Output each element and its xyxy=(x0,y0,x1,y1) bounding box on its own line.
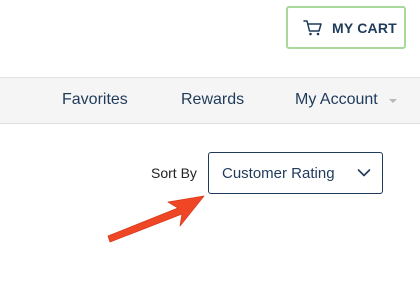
caret-down-icon[interactable] xyxy=(389,99,397,103)
page: MY CART Favorites Rewards My Account Sor… xyxy=(0,0,420,285)
main-nav: Favorites Rewards My Account xyxy=(0,77,420,124)
nav-item-rewards[interactable]: Rewards xyxy=(181,91,244,109)
sort-dropdown[interactable]: Customer Rating xyxy=(208,152,383,194)
arrow-annotation xyxy=(107,195,205,243)
my-cart-button[interactable]: MY CART xyxy=(286,6,406,49)
cart-label: MY CART xyxy=(332,20,397,36)
nav-item-my-account[interactable]: My Account xyxy=(295,91,378,109)
sort-selected-value: Customer Rating xyxy=(222,165,335,182)
sort-by-label: Sort By xyxy=(151,165,197,181)
chevron-down-icon xyxy=(357,169,371,177)
nav-item-favorites[interactable]: Favorites xyxy=(62,91,128,109)
cart-icon xyxy=(303,20,322,36)
